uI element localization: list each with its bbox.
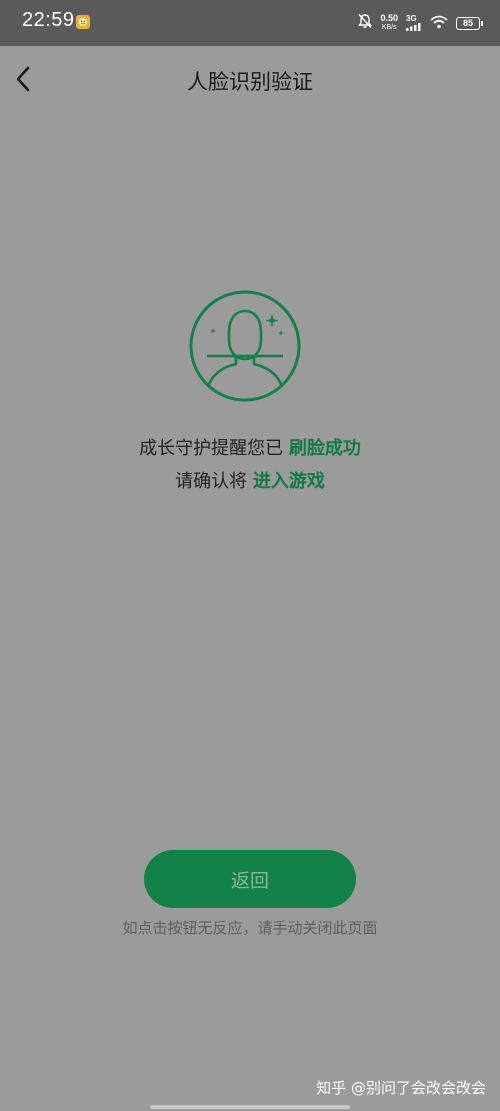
return-button[interactable]: 返回 <box>144 850 356 908</box>
message-prefix-2: 请确认将 <box>175 471 253 492</box>
signal-icon <box>406 23 421 31</box>
message-highlight-2: 进入游戏 <box>252 471 325 492</box>
battery-level: 85 <box>462 18 473 28</box>
success-message-line1: 成长守护提醒您已 刷脸成功 <box>0 434 500 460</box>
header: 人脸识别验证 <box>0 46 500 116</box>
hint-text: 如点击按钮无反应，请手动关闭此页面 <box>122 919 378 937</box>
status-bar: 22:59 0.50 KB/s 3G 85 <box>0 0 500 46</box>
face-recognition-icon <box>189 290 301 402</box>
success-message-line2: 请确认将 进入游戏 <box>0 467 500 493</box>
battery-icon: 85 <box>456 16 483 30</box>
signal-indicator: 3G <box>406 15 422 31</box>
status-indicators: 0.50 KB/s 3G 85 <box>358 12 483 34</box>
message-prefix-1: 成长守护提醒您已 <box>139 438 289 459</box>
status-time: 22:59 <box>22 9 75 31</box>
app-notification-icon <box>76 15 90 29</box>
network-type: 3G <box>406 14 417 23</box>
return-button-label: 返回 <box>230 869 269 892</box>
page-title: 人脸识别验证 <box>187 70 313 94</box>
network-speed-unit: KB/s <box>381 24 397 31</box>
wifi-icon <box>430 14 448 33</box>
home-indicator[interactable] <box>150 1105 350 1109</box>
network-speed-value: 0.50 <box>380 13 398 23</box>
message-highlight-1: 刷脸成功 <box>288 438 361 459</box>
watermark: 知乎 @别问了会改会改会 <box>316 1079 486 1097</box>
bell-muted-icon <box>358 13 373 33</box>
network-speed: 0.50 KB/s <box>380 14 398 32</box>
